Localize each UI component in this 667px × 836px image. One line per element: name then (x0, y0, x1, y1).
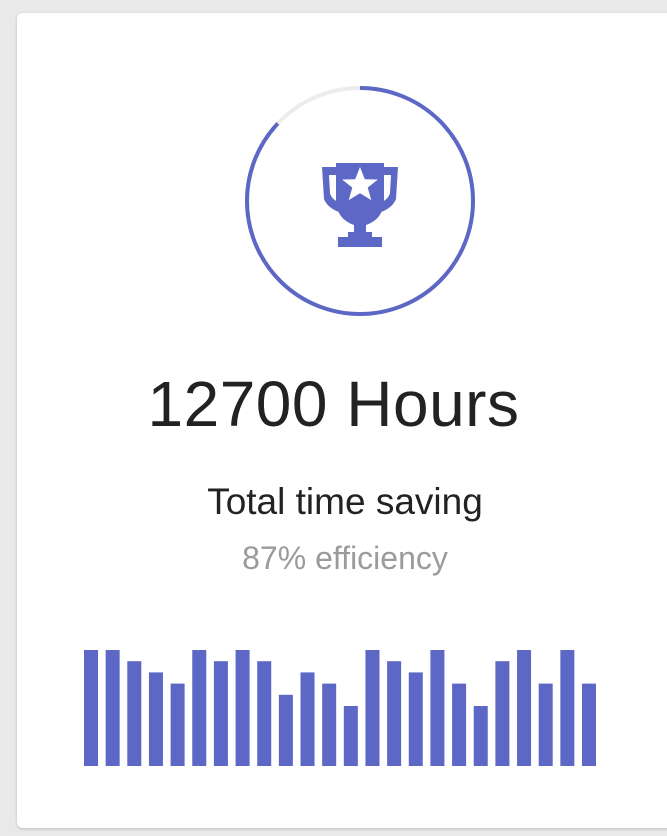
spark-bar (408, 672, 423, 766)
spark-bar (148, 672, 163, 766)
spark-bar (582, 683, 596, 766)
spark-bar (192, 650, 207, 766)
spark-bar (127, 661, 142, 766)
spark-bar (84, 650, 98, 766)
spark-bar (387, 661, 402, 766)
spark-bar (517, 650, 532, 766)
metric-label: Total time saving (207, 481, 483, 522)
spark-bar (560, 650, 575, 766)
total-hours-value: 12700 Hours (147, 368, 520, 440)
spark-bar (322, 683, 337, 766)
spark-bar (213, 661, 228, 766)
spark-bar (105, 650, 120, 766)
spark-bar (300, 672, 315, 766)
spark-bar (235, 650, 250, 766)
spark-bar (343, 706, 358, 766)
spark-bar (257, 661, 272, 766)
spark-bar (452, 683, 467, 766)
spark-bar (495, 661, 510, 766)
spark-bar (473, 706, 488, 766)
spark-bar (538, 683, 553, 766)
efficiency-text: 87% efficiency (242, 540, 448, 576)
spark-bar (430, 650, 445, 766)
trophy-star-icon (308, 155, 412, 247)
bar-sparkline (84, 636, 596, 766)
spark-bar (365, 650, 380, 766)
spark-bar (278, 694, 293, 766)
spark-bar (170, 683, 185, 766)
